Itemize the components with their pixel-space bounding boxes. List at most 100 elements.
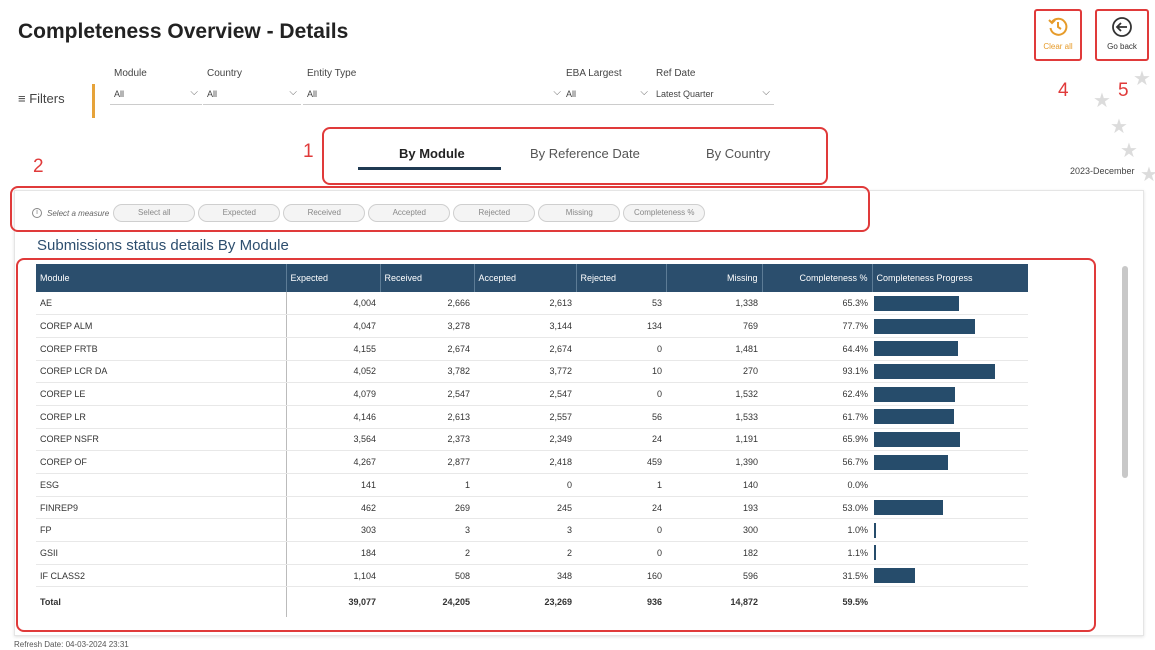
table-total-row: Total 39,077 24,205 23,269 936 14,872 59.5% (36, 586, 1028, 617)
column-header-rejected[interactable]: Rejected (575, 264, 666, 292)
table-cell: 596 (666, 564, 762, 588)
table-row[interactable]: FINREP9 462 269 245 24 193 53.0% (36, 496, 1028, 520)
table-row[interactable]: COREP ALM 4,047 3,278 3,144 134 769 77.7% (36, 314, 1028, 338)
table-row[interactable]: FP 303 3 3 0 300 1.0% (36, 518, 1028, 543)
measure-pill-select-all[interactable]: Select all (113, 204, 196, 222)
table-cell: 269 (380, 496, 474, 520)
table-cell: 65.3% (762, 292, 872, 316)
filters-toggle[interactable]: ≡ Filters (18, 91, 65, 106)
eba-largest-filter[interactable]: EBA Largest All ⌵ (562, 68, 652, 105)
progress-bar (874, 363, 995, 379)
table-cell: COREP FRTB (36, 337, 287, 361)
module-select[interactable]: All ⌵ (110, 85, 202, 105)
star-icon: ★ (1133, 68, 1151, 90)
table-row[interactable]: AE 4,004 2,666 2,613 53 1,338 65.3% (36, 292, 1028, 316)
country-select[interactable]: All ⌵ (203, 85, 301, 105)
ref-date-select[interactable]: Latest Quarter ⌵ (652, 85, 774, 105)
measure-pill-accepted[interactable]: Accepted (368, 204, 451, 222)
total-cell: 39,077 (348, 597, 376, 608)
table-row[interactable]: COREP FRTB 4,155 2,674 2,674 0 1,481 64.4% (36, 337, 1028, 361)
table-cell: FINREP9 (36, 496, 287, 520)
country-filter[interactable]: Country All ⌵ (203, 68, 301, 105)
table-row[interactable]: COREP LR 4,146 2,613 2,557 56 1,533 61.7% (36, 405, 1028, 429)
table-cell: 769 (666, 314, 762, 338)
table-cell: 31.5% (762, 564, 872, 588)
eba-largest-select[interactable]: All ⌵ (562, 85, 652, 105)
table-scrollbar[interactable] (1122, 266, 1128, 478)
ref-date-select-value: Latest Quarter (656, 89, 714, 99)
table-cell: 3,144 (474, 314, 576, 338)
column-header-completeness[interactable]: Completeness % (761, 264, 872, 292)
ref-date-filter-title: Ref Date (656, 68, 696, 79)
table-row[interactable]: COREP LE 4,079 2,547 2,547 0 1,532 62.4% (36, 382, 1028, 406)
table-row[interactable]: COREP LCR DA 4,052 3,782 3,772 10 270 93.1% (36, 360, 1028, 384)
table-cell: 2,674 (380, 337, 474, 361)
table-cell: IF CLASS2 (36, 564, 287, 588)
table-cell: 10 (576, 360, 666, 384)
measure-selector: i Select a measure Select all Expected R… (32, 204, 708, 222)
table-row[interactable]: ESG 141 1 0 1 140 0.0% (36, 473, 1028, 497)
progress-bar (874, 568, 915, 584)
entity-type-select[interactable]: All ⌵ (303, 85, 565, 105)
table-row[interactable]: GSII 184 2 2 0 182 1.1% (36, 541, 1028, 565)
table-cell: COREP LE (36, 382, 287, 406)
progress-bar (874, 386, 955, 402)
table-cell: 2,373 (380, 428, 474, 452)
table-cell: 64.4% (762, 337, 872, 361)
module-filter[interactable]: Module All ⌵ (110, 68, 202, 105)
ref-date-filter[interactable]: Ref Date Latest Quarter ⌵ (652, 68, 774, 105)
table-cell: 300 (666, 518, 762, 543)
table-cell: 53.0% (762, 496, 872, 520)
filters-divider (92, 84, 95, 118)
column-header-missing[interactable]: Missing (665, 264, 762, 292)
column-header-progress[interactable]: Completeness Progress (871, 264, 1028, 292)
tab-by-reference-date[interactable]: By Reference Date (530, 146, 640, 161)
progress-cell (872, 292, 1028, 316)
table-cell: 0 (576, 382, 666, 406)
column-header-module[interactable]: Module (36, 264, 286, 292)
table-cell: 508 (380, 564, 474, 588)
measure-hint-text: Select a measure (47, 208, 110, 218)
table-cell: COREP OF (36, 450, 287, 474)
progress-bar (874, 409, 954, 425)
table-cell: 2,418 (474, 450, 576, 474)
total-cell: 59.5% (842, 597, 868, 608)
chevron-down-icon: ⌵ (190, 87, 198, 98)
progress-bar (874, 431, 960, 447)
entity-type-filter[interactable]: Entity Type All ⌵ (303, 68, 565, 105)
table-cell: COREP LR (36, 405, 287, 429)
table-header-row: Module Expected Received Accepted Reject… (36, 264, 1028, 292)
tab-by-module[interactable]: By Module (399, 146, 465, 161)
table-cell: 4,146 (286, 405, 380, 429)
clear-all-button[interactable]: Clear all (1034, 9, 1082, 61)
clear-all-label: Clear all (1043, 42, 1073, 51)
table-cell: 193 (666, 496, 762, 520)
table-cell: 3 (474, 518, 576, 543)
measure-pill-received[interactable]: Received (283, 204, 366, 222)
measure-pill-expected[interactable]: Expected (198, 204, 281, 222)
column-header-expected[interactable]: Expected (285, 264, 380, 292)
table-cell: 2,674 (474, 337, 576, 361)
chevron-down-icon: ⌵ (553, 87, 561, 98)
progress-bar (874, 454, 948, 470)
table-cell: 134 (576, 314, 666, 338)
table-cell: 53 (576, 292, 666, 316)
column-header-accepted[interactable]: Accepted (473, 264, 576, 292)
measure-pill-missing[interactable]: Missing (538, 204, 621, 222)
measure-pill-rejected[interactable]: Rejected (453, 204, 536, 222)
table-cell: 3,782 (380, 360, 474, 384)
module-select-value: All (114, 89, 125, 99)
table-row[interactable]: IF CLASS2 1,104 508 348 160 596 31.5% (36, 564, 1028, 588)
table-cell: 4,004 (286, 292, 380, 316)
star-icon: ★ (1093, 90, 1111, 112)
table-row[interactable]: COREP OF 4,267 2,877 2,418 459 1,390 56.7% (36, 450, 1028, 474)
table-cell: 1.1% (762, 541, 872, 565)
arrow-left-circle-icon (1112, 17, 1132, 37)
tab-by-country[interactable]: By Country (706, 146, 770, 161)
go-back-button[interactable]: Go back (1095, 9, 1149, 61)
table-cell: 160 (576, 564, 666, 588)
measure-pill-completeness[interactable]: Completeness % (623, 204, 706, 222)
column-header-received[interactable]: Received (379, 264, 474, 292)
table-row[interactable]: COREP NSFR 3,564 2,373 2,349 24 1,191 65.9% (36, 428, 1028, 452)
table-cell: 303 (286, 518, 380, 543)
